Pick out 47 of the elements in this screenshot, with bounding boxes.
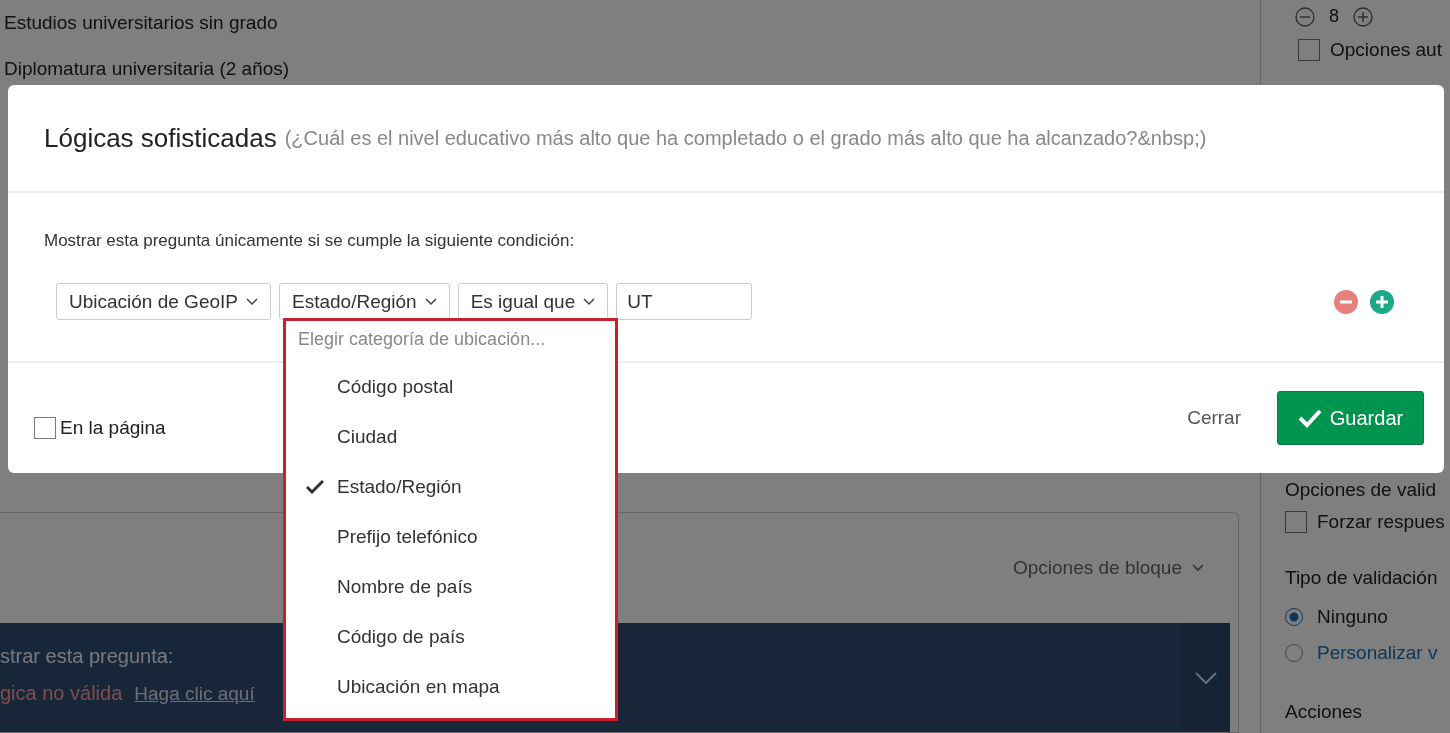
- section-heading: Opciones de valid: [1285, 479, 1438, 501]
- dropdown-option[interactable]: Código postal: [337, 376, 454, 398]
- checkbox-label: Opciones aut: [1330, 39, 1442, 61]
- stepper-value: 8: [1329, 6, 1339, 27]
- condition-select[interactable]: Ubicación de GeoIP: [56, 283, 271, 320]
- radio-button[interactable]: [1285, 644, 1303, 662]
- chevron-down-icon: [1195, 671, 1217, 684]
- close-button[interactable]: Cerrar: [1181, 406, 1247, 430]
- caret-icon: [424, 297, 437, 306]
- condition-select[interactable]: Estado/Región: [279, 283, 450, 320]
- save-button[interactable]: Guardar: [1277, 391, 1424, 445]
- error-text: gica no válida: [0, 682, 123, 705]
- plus-icon[interactable]: [1353, 6, 1373, 27]
- minus-icon[interactable]: [1295, 6, 1315, 27]
- answer-choice: Diplomatura universitaria (2 años): [4, 58, 291, 80]
- checkbox-label: En la página: [60, 417, 166, 439]
- display-logic-title: strar esta pregunta:: [0, 645, 175, 668]
- dropdown-option[interactable]: Ubicación en mapa: [337, 676, 500, 698]
- dropdown-option[interactable]: Código de país: [337, 626, 465, 648]
- caret-icon: [583, 297, 596, 306]
- section-heading: Tipo de validación: [1285, 567, 1439, 589]
- dropdown-option[interactable]: Estado/Región: [337, 476, 462, 498]
- dropdown-option[interactable]: Prefijo telefónico: [337, 526, 478, 548]
- section-heading: Acciones: [1285, 701, 1364, 723]
- checkbox-label: Forzar respues: [1317, 511, 1445, 533]
- dropdown-hint-option: Elegir categoría de ubicación...: [298, 329, 615, 350]
- checkbox[interactable]: [34, 417, 56, 439]
- add-icon[interactable]: [1370, 289, 1394, 314]
- radio-label: Personalizar v: [1317, 642, 1438, 664]
- question-text: (¿Cuál es el nivel educativo más alto que ha completado o el grado más alto que ha alcanzado?&nbsp;): [284, 126, 1207, 150]
- checkbox[interactable]: [1298, 39, 1320, 61]
- instruction-text: Mostrar esta pregunta únicamente si se cumple la siguiente condición:: [44, 231, 576, 251]
- caret-icon: [246, 297, 258, 306]
- remove-icon[interactable]: [1334, 289, 1358, 314]
- radio-label: Ninguno: [1317, 606, 1388, 628]
- value-field[interactable]: UT: [616, 283, 753, 320]
- dropdown-option[interactable]: Nombre de país: [337, 576, 473, 598]
- dialog-title: Lógicas sofisticadas: [44, 122, 277, 154]
- expand-toggle[interactable]: [1182, 623, 1230, 732]
- answer-choice: Estudios universitarios sin grado: [4, 12, 279, 34]
- caret-icon: [1192, 564, 1204, 572]
- check-icon: [306, 480, 324, 494]
- radio-button[interactable]: [1285, 608, 1303, 626]
- dropdown-option[interactable]: Ciudad: [337, 426, 398, 448]
- condition-select[interactable]: Es igual que: [457, 283, 609, 320]
- checkbox[interactable]: [1285, 511, 1307, 533]
- check-icon: [1297, 408, 1322, 428]
